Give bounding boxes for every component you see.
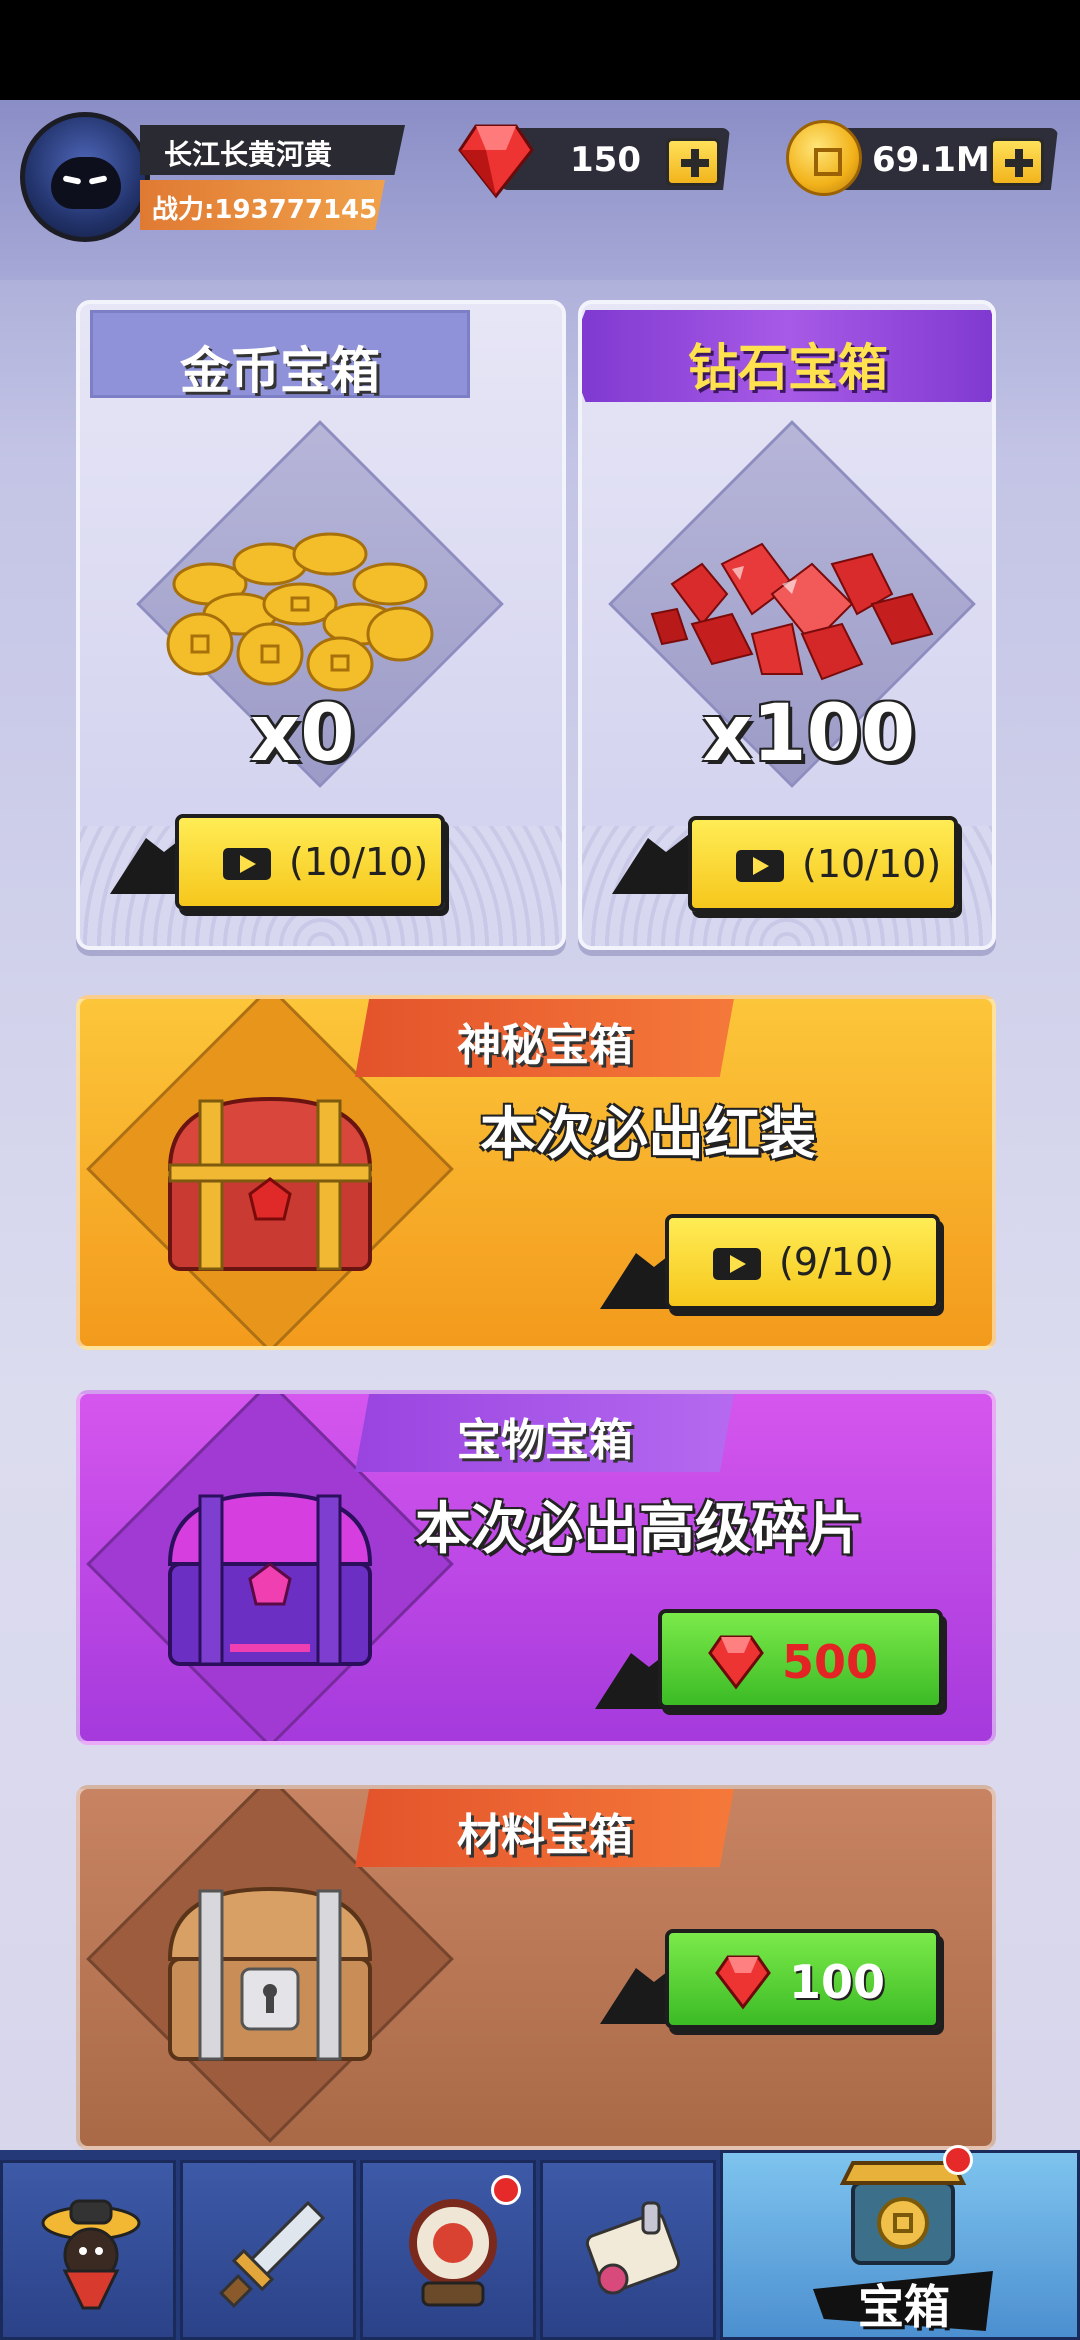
mystery-chest-card[interactable]: 神秘宝箱 本次必出红装 (9/10): [76, 995, 996, 1350]
coin-pile-icon: [166, 532, 434, 692]
tab-chest-label: 宝箱: [858, 2280, 950, 2334]
gem-chest-count: x100: [702, 689, 916, 779]
material-chest-banner: 材料宝箱: [355, 1789, 735, 1867]
purple-chest-icon: [167, 1491, 373, 1666]
material-chest-buy-button[interactable]: 100: [665, 1929, 940, 2029]
sword-icon: [219, 2200, 326, 2308]
hero-icon: [41, 2199, 141, 2310]
tab-scroll[interactable]: [540, 2160, 716, 2340]
gold-chest-title: 金币宝箱: [180, 342, 380, 400]
treasure-chest-price: 500: [782, 1635, 879, 1689]
mystery-chest-watch-ad-button[interactable]: (9/10): [665, 1214, 940, 1310]
mystery-chest-button-label: (9/10): [779, 1240, 894, 1284]
gem-icon: [458, 124, 534, 199]
notification-dot: [491, 2175, 521, 2205]
player-name-box: 长江长黄河黄: [140, 125, 405, 175]
power-label: 战力:193777145: [152, 195, 378, 225]
mystery-chest-banner: 神秘宝箱: [355, 999, 735, 1077]
treasure-chest-title: 宝物宝箱: [457, 1415, 633, 1466]
material-chest-title: 材料宝箱: [457, 1810, 633, 1861]
gem-chest-watch-ad-button[interactable]: (10/10): [688, 816, 958, 912]
tab-drum[interactable]: [360, 2160, 536, 2340]
player-avatar[interactable]: [20, 112, 150, 242]
gem-count: 150: [570, 140, 641, 180]
scroll-icon: [585, 2201, 681, 2295]
gold-chest-card[interactable]: 金币宝箱 x0 (10/10): [76, 300, 566, 950]
mystery-chest-title: 神秘宝箱: [457, 1020, 633, 1071]
gem-chest-button-label: (10/10): [802, 842, 942, 886]
treasure-chest-banner: 宝物宝箱: [355, 1394, 735, 1472]
material-chest-price: 100: [789, 1955, 886, 2009]
gem-chest-title: 钻石宝箱: [688, 339, 888, 397]
tab-weapon[interactable]: [180, 2160, 356, 2340]
add-gems-button[interactable]: [666, 138, 720, 186]
gem-pile-icon: [650, 542, 934, 681]
wooden-chest-icon: [167, 1886, 373, 2061]
material-chest-card[interactable]: 材料宝箱 100: [76, 1785, 996, 2150]
coin-icon: [786, 120, 862, 196]
gold-chest-title-banner: 金币宝箱: [90, 310, 470, 400]
gem-chest-card[interactable]: 钻石宝箱 x100 (10/10): [578, 300, 996, 950]
player-name: 长江长黄河黄: [164, 138, 333, 171]
treasure-chest-promo: 本次必出高级碎片: [415, 1497, 863, 1562]
mystery-chest-promo: 本次必出红装: [480, 1102, 816, 1167]
gold-chest-watch-ad-button[interactable]: (10/10): [175, 814, 445, 910]
gold-chest-count: x0: [250, 689, 355, 779]
video-icon: [223, 848, 271, 880]
treasure-chest-buy-button[interactable]: 500: [658, 1609, 943, 1709]
red-chest-icon: [167, 1096, 373, 1271]
gem-chest-title-banner: 钻石宝箱: [582, 310, 992, 402]
gold-chest-button-label: (10/10): [289, 840, 429, 884]
tab-chest[interactable]: 宝箱: [720, 2145, 1080, 2340]
video-icon: [713, 1248, 761, 1280]
notification-dot: [943, 2145, 973, 2175]
treasure-chest-card[interactable]: 宝物宝箱 本次必出高级碎片 500: [76, 1390, 996, 1745]
gem-icon: [708, 1635, 764, 1690]
status-bar: [0, 0, 1080, 100]
coin-count: 69.1M: [872, 140, 990, 180]
add-coins-button[interactable]: [990, 138, 1044, 186]
drum-icon: [409, 2199, 497, 2307]
power-box: 战力:193777145: [140, 180, 385, 230]
gem-icon: [715, 1955, 771, 2010]
video-icon: [736, 850, 784, 882]
tab-hero[interactable]: [0, 2160, 176, 2340]
